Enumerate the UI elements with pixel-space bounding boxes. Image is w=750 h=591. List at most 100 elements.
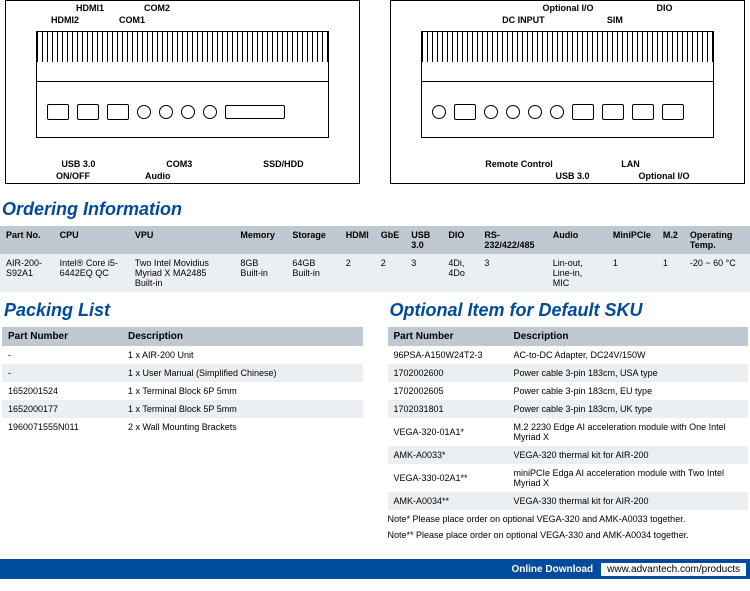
cell: 1702002600 xyxy=(388,364,508,382)
cell: VEGA-320 thermal kit for AIR-200 xyxy=(508,446,749,464)
ordering-title: Ordering Information xyxy=(2,199,750,220)
cell: 1 x Terminal Block 6P 5mm xyxy=(122,382,363,400)
table-row: -1 x AIR-200 Unit xyxy=(2,346,363,364)
cell: M.2 2230 Edge AI acceleration module wit… xyxy=(508,418,749,446)
table-row: 1702002605Power cable 3-pin 183cm, EU ty… xyxy=(388,382,749,400)
label: DC INPUT xyxy=(502,15,545,25)
rear-io-diagram: Optional I/O DIO DC INPUT SIM Remote Con… xyxy=(390,0,745,184)
cell: Power cable 3-pin 183cm, UK type xyxy=(508,400,749,418)
label: DIO xyxy=(656,3,672,13)
col-header: M.2 xyxy=(657,226,684,254)
cell: 1 x AIR-200 Unit xyxy=(122,346,363,364)
label: USB 3.0 xyxy=(555,171,589,181)
cell: 1652000177 xyxy=(2,400,122,418)
table-row: AMK-A0034**VEGA-330 thermal kit for AIR-… xyxy=(388,492,749,510)
label: Optional I/O xyxy=(638,171,689,181)
note: Note** Please place order on optional VE… xyxy=(388,530,749,542)
cell: 3 xyxy=(405,254,442,292)
col-header: Operating Temp. xyxy=(684,226,750,254)
label: HDMI2 xyxy=(51,15,79,25)
packing-list: Packing List Part Number Description -1 … xyxy=(2,292,363,541)
cell: miniPCIe Edga AI acceleration module wit… xyxy=(508,464,749,492)
optional-title: Optional Item for Default SKU xyxy=(390,300,749,321)
cell: 1652001524 xyxy=(2,382,122,400)
col-header: Part Number xyxy=(388,327,508,346)
io-diagrams: HDMI1 COM2 HDMI2 COM1 USB 3.0 COM3 SSD/H… xyxy=(0,0,750,184)
label: COM1 xyxy=(119,15,145,25)
cell: 1960071555N011 xyxy=(2,418,122,436)
cell: VEGA-320-01A1* xyxy=(388,418,508,446)
label: ON/OFF xyxy=(56,171,90,181)
table-row: 1960071555N0112 x Wall Mounting Brackets xyxy=(2,418,363,436)
cell: AMK-A0033* xyxy=(388,446,508,464)
cell: 1702002605 xyxy=(388,382,508,400)
cell: 3 xyxy=(478,254,546,292)
col-header: Memory xyxy=(234,226,286,254)
col-header: RS-232/422/485 xyxy=(478,226,546,254)
col-header: MiniPCIe xyxy=(607,226,657,254)
col-header: CPU xyxy=(54,226,129,254)
cell: 4Di, 4Do xyxy=(442,254,478,292)
cell: Lin-out, Line-in, MIC xyxy=(547,254,607,292)
col-header: DIO xyxy=(442,226,478,254)
note: Note* Please place order on optional VEG… xyxy=(388,514,749,526)
footer-bar: Online Download www.advantech.com/produc… xyxy=(0,559,750,579)
col-header: HDMI xyxy=(340,226,375,254)
col-header: Part No. xyxy=(0,226,54,254)
col-header: USB 3.0 xyxy=(405,226,442,254)
cell: 8GB Built-in xyxy=(234,254,286,292)
col-header: Audio xyxy=(547,226,607,254)
label: LAN xyxy=(621,159,640,169)
col-header: Description xyxy=(122,327,363,346)
cell: - xyxy=(2,364,122,382)
cell: Two Intel Movidius Myriad X MA2485 Built… xyxy=(129,254,234,292)
table-row: VEGA-330-02A1**miniPCIe Edga AI accelera… xyxy=(388,464,749,492)
cell: 2 xyxy=(375,254,406,292)
download-url[interactable]: www.advantech.com/products xyxy=(601,563,746,576)
label: Remote Control xyxy=(485,159,553,169)
col-header: Part Number xyxy=(2,327,122,346)
col-header: Storage xyxy=(286,226,339,254)
cell: -20 ~ 60 °C xyxy=(684,254,750,292)
label: COM2 xyxy=(144,3,170,13)
table-row: -1 x User Manual (Simplified Chinese) xyxy=(2,364,363,382)
ordering-table: Part No.CPUVPUMemoryStorageHDMIGbEUSB 3.… xyxy=(0,226,750,292)
cell: VEGA-330 thermal kit for AIR-200 xyxy=(508,492,749,510)
cell: 1702031801 xyxy=(388,400,508,418)
packing-title: Packing List xyxy=(4,300,363,321)
cell: Intel® Core i5-6442EQ QC xyxy=(54,254,129,292)
front-io-diagram: HDMI1 COM2 HDMI2 COM1 USB 3.0 COM3 SSD/H… xyxy=(5,0,360,184)
table-row: AMK-A0033*VEGA-320 thermal kit for AIR-2… xyxy=(388,446,749,464)
cell: - xyxy=(2,346,122,364)
cell: AIR-200-S92A1 xyxy=(0,254,54,292)
optional-list: Optional Item for Default SKU Part Numbe… xyxy=(388,292,749,541)
download-label: Online Download xyxy=(511,564,593,575)
label: COM3 xyxy=(166,159,192,169)
col-header: Description xyxy=(508,327,749,346)
cell: AC-to-DC Adapter, DC24V/150W xyxy=(508,346,749,364)
cell: 2 x Wall Mounting Brackets xyxy=(122,418,363,436)
label: Audio xyxy=(145,171,171,181)
cell: Power cable 3-pin 183cm, USA type xyxy=(508,364,749,382)
table-row: 16520001771 x Terminal Block 5P 5mm xyxy=(2,400,363,418)
table-row: 16520015241 x Terminal Block 6P 5mm xyxy=(2,382,363,400)
label: HDMI1 xyxy=(76,3,104,13)
cell: Power cable 3-pin 183cm, EU type xyxy=(508,382,749,400)
table-row: 96PSA-A150W24T2-3AC-to-DC Adapter, DC24V… xyxy=(388,346,749,364)
label: SSD/HDD xyxy=(263,159,304,169)
cell: VEGA-330-02A1** xyxy=(388,464,508,492)
table-row: VEGA-320-01A1*M.2 2230 Edge AI accelerat… xyxy=(388,418,749,446)
cell: 2 xyxy=(340,254,375,292)
label: USB 3.0 xyxy=(61,159,95,169)
cell: 96PSA-A150W24T2-3 xyxy=(388,346,508,364)
label: SIM xyxy=(607,15,623,25)
cell: 1 x Terminal Block 5P 5mm xyxy=(122,400,363,418)
cell: 64GB Built-in xyxy=(286,254,339,292)
cell: 1 xyxy=(607,254,657,292)
col-header: VPU xyxy=(129,226,234,254)
col-header: GbE xyxy=(375,226,406,254)
cell: AMK-A0034** xyxy=(388,492,508,510)
cell: 1 xyxy=(657,254,684,292)
table-row: 1702031801Power cable 3-pin 183cm, UK ty… xyxy=(388,400,749,418)
lists-row: Packing List Part Number Description -1 … xyxy=(0,292,750,541)
